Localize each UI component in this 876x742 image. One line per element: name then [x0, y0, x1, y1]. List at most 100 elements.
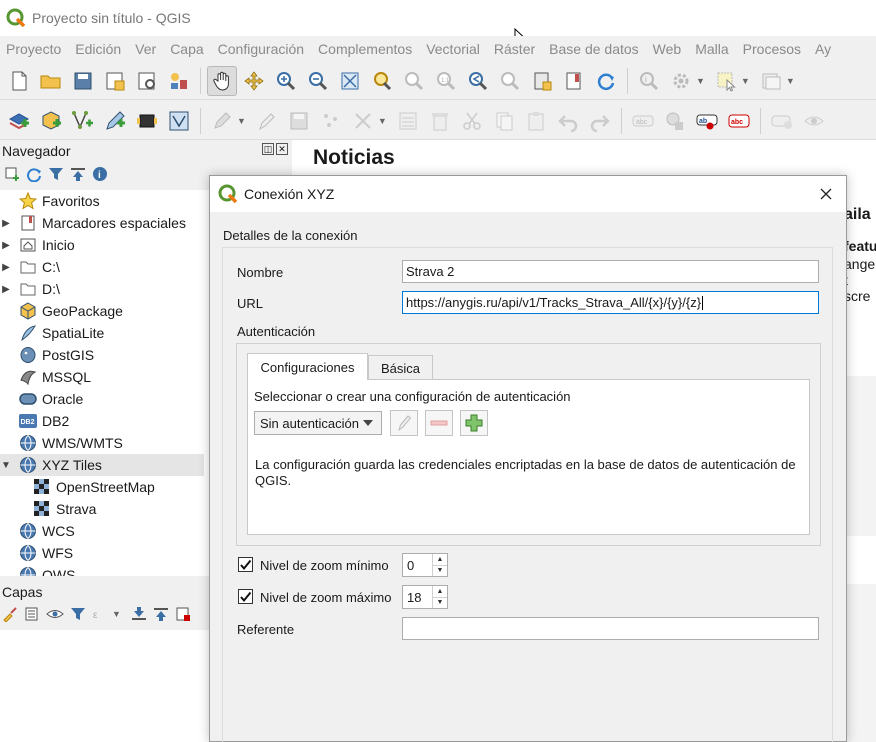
remove-auth-config-button[interactable] — [425, 410, 453, 436]
zoom-last-button[interactable] — [463, 66, 493, 96]
zoom-native-button[interactable]: 1:1 — [431, 66, 461, 96]
auth-config-select[interactable]: Sin autenticación — [254, 411, 382, 435]
zoom-max-checkbox[interactable] — [238, 589, 253, 604]
tree-item-favoritos[interactable]: Favoritos — [0, 190, 100, 212]
tab-configuraciones[interactable]: Configuraciones — [247, 353, 368, 380]
expand-arrow-icon[interactable]: ▶ — [0, 240, 12, 251]
zoom-in-button[interactable] — [271, 66, 301, 96]
toggle-labels-button[interactable] — [799, 106, 829, 136]
collapse-all-icon[interactable] — [153, 606, 169, 622]
menu-configuracion[interactable]: Configuración — [218, 41, 304, 57]
new-bookmark-button[interactable] — [527, 66, 557, 96]
panel-close-button[interactable]: ✕ — [276, 143, 288, 155]
name-input[interactable]: Strava 2 — [402, 260, 819, 283]
pan-map-button[interactable] — [207, 65, 237, 96]
edit-auth-config-button[interactable] — [390, 410, 418, 436]
tree-item-mssql[interactable]: MSSQL — [0, 366, 91, 388]
tree-item-xyz-tiles[interactable]: ▼ XYZ Tiles — [0, 454, 204, 476]
layout-manager-button[interactable] — [132, 66, 162, 96]
show-bookmarks-button[interactable] — [559, 66, 589, 96]
new-vector-layer-button[interactable] — [68, 106, 98, 136]
tree-item-c-drive[interactable]: ▶ C:\ — [0, 256, 60, 278]
save-edits-button[interactable] — [284, 106, 314, 136]
new-print-layout-button[interactable] — [100, 66, 130, 96]
spin-up-icon[interactable]: ▲ — [433, 554, 447, 566]
refresh-browser-icon[interactable] — [26, 166, 42, 182]
menu-ayuda[interactable]: Ay — [815, 41, 831, 57]
zoom-to-layer-button[interactable] — [399, 66, 429, 96]
redo-button[interactable] — [585, 106, 615, 136]
zoom-full-button[interactable] — [335, 66, 365, 96]
collapse-all-icon[interactable] — [70, 166, 86, 182]
refresh-button[interactable] — [591, 66, 621, 96]
remove-layer-icon[interactable] — [175, 606, 191, 622]
add-selected-layers-icon[interactable] — [4, 166, 20, 182]
action-button[interactable] — [666, 66, 696, 96]
add-feature-button[interactable] — [316, 106, 346, 136]
undo-button[interactable] — [553, 106, 583, 136]
modify-attributes-button[interactable] — [393, 106, 423, 136]
expand-all-icon[interactable] — [131, 606, 147, 622]
zoom-min-checkbox[interactable] — [238, 557, 253, 572]
filter-icon[interactable] — [48, 166, 64, 182]
tree-item-spatialite[interactable]: SpatiaLite — [0, 322, 104, 344]
menu-complementos[interactable]: Complementos — [318, 41, 412, 57]
menu-procesos[interactable]: Procesos — [743, 41, 801, 57]
tree-item-postgis[interactable]: PostGIS — [0, 344, 94, 366]
spin-down-icon[interactable]: ▼ — [433, 598, 447, 609]
referer-input[interactable] — [402, 617, 819, 640]
zoom-max-spinbox[interactable]: 18 ▲ ▼ — [402, 585, 448, 609]
add-group-icon[interactable] — [24, 606, 40, 622]
cut-features-button[interactable] — [457, 106, 487, 136]
tree-item-inicio[interactable]: ▶ Inicio — [0, 234, 75, 256]
zoom-min-spinbox[interactable]: 0 ▲ ▼ — [402, 553, 448, 577]
new-virtual-layer-button[interactable] — [132, 106, 162, 136]
show-labels-button[interactable] — [767, 106, 797, 136]
expand-arrow-icon[interactable]: ▶ — [0, 284, 12, 295]
tree-item-wms[interactable]: WMS/WMTS — [0, 432, 123, 454]
menu-vectorial[interactable]: Vectorial — [426, 41, 480, 57]
tree-item-oracle[interactable]: Oracle — [0, 388, 83, 410]
delete-selected-button[interactable] — [425, 106, 455, 136]
new-geopackage-layer-button[interactable] — [36, 106, 66, 136]
identify-features-button[interactable]: i — [634, 66, 664, 96]
style-brush-icon[interactable] — [2, 606, 18, 622]
tree-item-wfs[interactable]: WFS — [0, 542, 73, 564]
spin-up-icon[interactable]: ▲ — [433, 586, 447, 598]
menu-web[interactable]: Web — [653, 41, 682, 57]
spin-down-icon[interactable]: ▼ — [433, 566, 447, 577]
deselect-dropdown-icon[interactable]: ▼ — [786, 76, 795, 86]
menu-ver[interactable]: Ver — [135, 41, 156, 57]
toggle-editing-button[interactable] — [252, 106, 282, 136]
zoom-out-button[interactable] — [303, 66, 333, 96]
menu-malla[interactable]: Malla — [695, 41, 728, 57]
tree-item-geopackage[interactable]: GeoPackage — [0, 300, 123, 322]
label-toolbar-button[interactable]: abc — [628, 106, 658, 136]
menu-capa[interactable]: Capa — [170, 41, 203, 57]
new-temp-layer-button[interactable] — [100, 106, 130, 136]
deselect-button[interactable] — [756, 66, 786, 96]
tree-item-strava[interactable]: Strava — [26, 498, 96, 520]
tree-item-marcadores[interactable]: ▶ Marcadores espaciales — [0, 212, 186, 234]
style-manager-button[interactable] — [164, 66, 194, 96]
filter-dropdown-icon[interactable]: ▼ — [112, 609, 121, 619]
paste-features-button[interactable] — [521, 106, 551, 136]
panel-float-button[interactable]: ◫ — [262, 143, 274, 155]
expand-arrow-icon[interactable]: ▶ — [0, 218, 12, 229]
new-project-button[interactable] — [4, 66, 34, 96]
tree-item-d-drive[interactable]: ▶ D:\ — [0, 278, 60, 300]
manage-visibility-icon[interactable] — [46, 606, 64, 622]
zoom-to-selection-button[interactable] — [367, 66, 397, 96]
menu-edicion[interactable]: Edición — [75, 41, 121, 57]
tab-basica[interactable]: Básica — [368, 355, 433, 380]
tree-item-ows[interactable]: OWS — [0, 564, 75, 576]
copy-features-button[interactable] — [489, 106, 519, 136]
layer-labeling-button[interactable]: ab — [692, 106, 722, 136]
pan-to-selection-button[interactable] — [239, 66, 269, 96]
menu-proyecto[interactable]: Proyecto — [6, 41, 61, 57]
zoom-next-button[interactable] — [495, 66, 525, 96]
current-edits-button[interactable] — [207, 106, 237, 136]
expand-arrow-icon[interactable]: ▶ — [0, 262, 12, 273]
action-dropdown-icon[interactable]: ▼ — [696, 76, 705, 86]
filter-legend-icon[interactable] — [70, 606, 86, 622]
